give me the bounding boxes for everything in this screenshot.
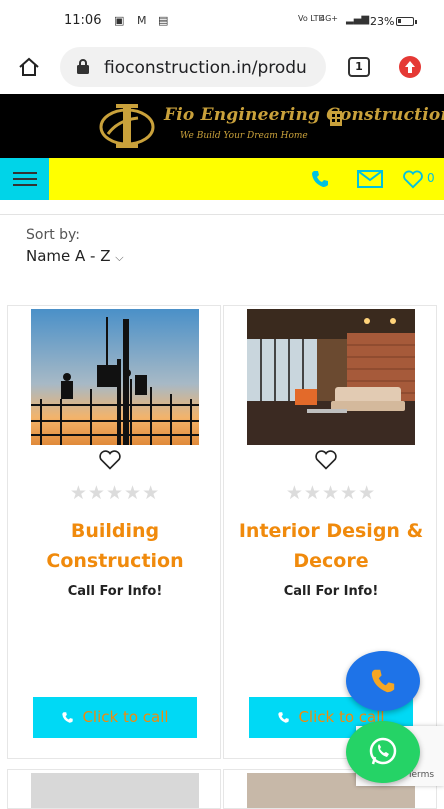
url-text[interactable]: fioconstruction.in/produ <box>104 58 318 78</box>
cta-label[interactable]: Click to call <box>82 708 168 726</box>
battery-percent: 23% <box>370 15 395 28</box>
star-icon: ★ <box>105 482 125 504</box>
nav-bar: 0 <box>0 158 444 200</box>
sort-label: Sort by: <box>26 227 81 243</box>
status-bar: 11:06 ▣ M ▤ Vo LTE 4G+ ▂▄▆ 23% <box>0 0 444 44</box>
call-fab-button[interactable] <box>346 651 420 711</box>
phone-icon <box>371 669 395 693</box>
star-icon: ★ <box>321 482 341 504</box>
star-icon: ★ <box>285 482 304 504</box>
product-image[interactable] <box>31 773 199 808</box>
mail-icon[interactable] <box>357 170 383 188</box>
update-icon[interactable] <box>399 56 421 78</box>
product-card[interactable] <box>7 769 221 809</box>
lock-icon[interactable] <box>76 58 90 75</box>
status-time: 11:06 <box>64 13 102 28</box>
app-notification-icon: ▤ <box>158 14 169 27</box>
building-icon <box>330 111 342 126</box>
rating-stars: ★★★★★ <box>8 482 222 504</box>
address-bar[interactable]: fioconstruction.in/produ <box>60 47 326 87</box>
click-to-call-button[interactable]: Click to call <box>33 697 197 738</box>
battery-icon <box>396 17 417 26</box>
star-icon: ★ <box>303 482 322 504</box>
sort-value[interactable]: Name A - Z <box>26 247 111 265</box>
product-title[interactable]: Building Construction <box>14 516 216 576</box>
rating-stars: ★★★★★ <box>224 482 438 504</box>
whatsapp-fab-button[interactable] <box>346 721 420 783</box>
phone-icon <box>278 712 290 723</box>
logo-title: Fio Engineering Construction <box>164 105 444 125</box>
signal-icon: ▂▄▆ <box>346 14 370 25</box>
star-icon: ★ <box>142 482 161 504</box>
wishlist-count: 0 <box>427 171 435 185</box>
heart-icon[interactable] <box>98 449 122 471</box>
product-image-interior[interactable] <box>247 309 415 445</box>
logo-tagline: We Build Your Dream Home <box>180 131 308 141</box>
browser-toolbar: fioconstruction.in/produ 1 <box>0 44 444 94</box>
star-icon: ★ <box>340 482 359 504</box>
phone-icon[interactable] <box>310 169 330 189</box>
product-title[interactable]: Interior Design & Decore <box>230 516 432 576</box>
product-card[interactable]: ★★★★★ Building Construction Call For Inf… <box>7 305 221 759</box>
message-icon: ▣ <box>114 14 125 27</box>
product-image-construction[interactable] <box>31 309 199 445</box>
star-icon: ★ <box>124 482 143 504</box>
heart-icon[interactable] <box>314 449 338 471</box>
menu-button[interactable] <box>0 158 49 200</box>
whatsapp-icon <box>369 737 397 765</box>
home-icon[interactable] <box>18 57 40 77</box>
gmail-icon: M <box>137 14 147 27</box>
site-header: Fio Engineering Construction We Build Yo… <box>0 94 444 158</box>
star-icon: ★ <box>87 482 106 504</box>
product-price-info: Call For Info! <box>283 584 379 599</box>
star-icon: ★ <box>69 482 88 504</box>
logo-icon[interactable] <box>98 100 156 152</box>
star-icon: ★ <box>358 482 377 504</box>
chevron-down-icon[interactable]: ⌵ <box>115 251 123 264</box>
tabs-icon[interactable]: 1 <box>348 57 370 77</box>
sort-select[interactable]: Name A - Z ⌵ <box>26 247 124 265</box>
wishlist-heart-icon[interactable] <box>402 170 424 189</box>
divider <box>0 214 444 215</box>
network-type: 4G+ <box>320 14 338 23</box>
phone-icon <box>62 712 74 723</box>
product-price-info: Call For Info! <box>67 584 163 599</box>
